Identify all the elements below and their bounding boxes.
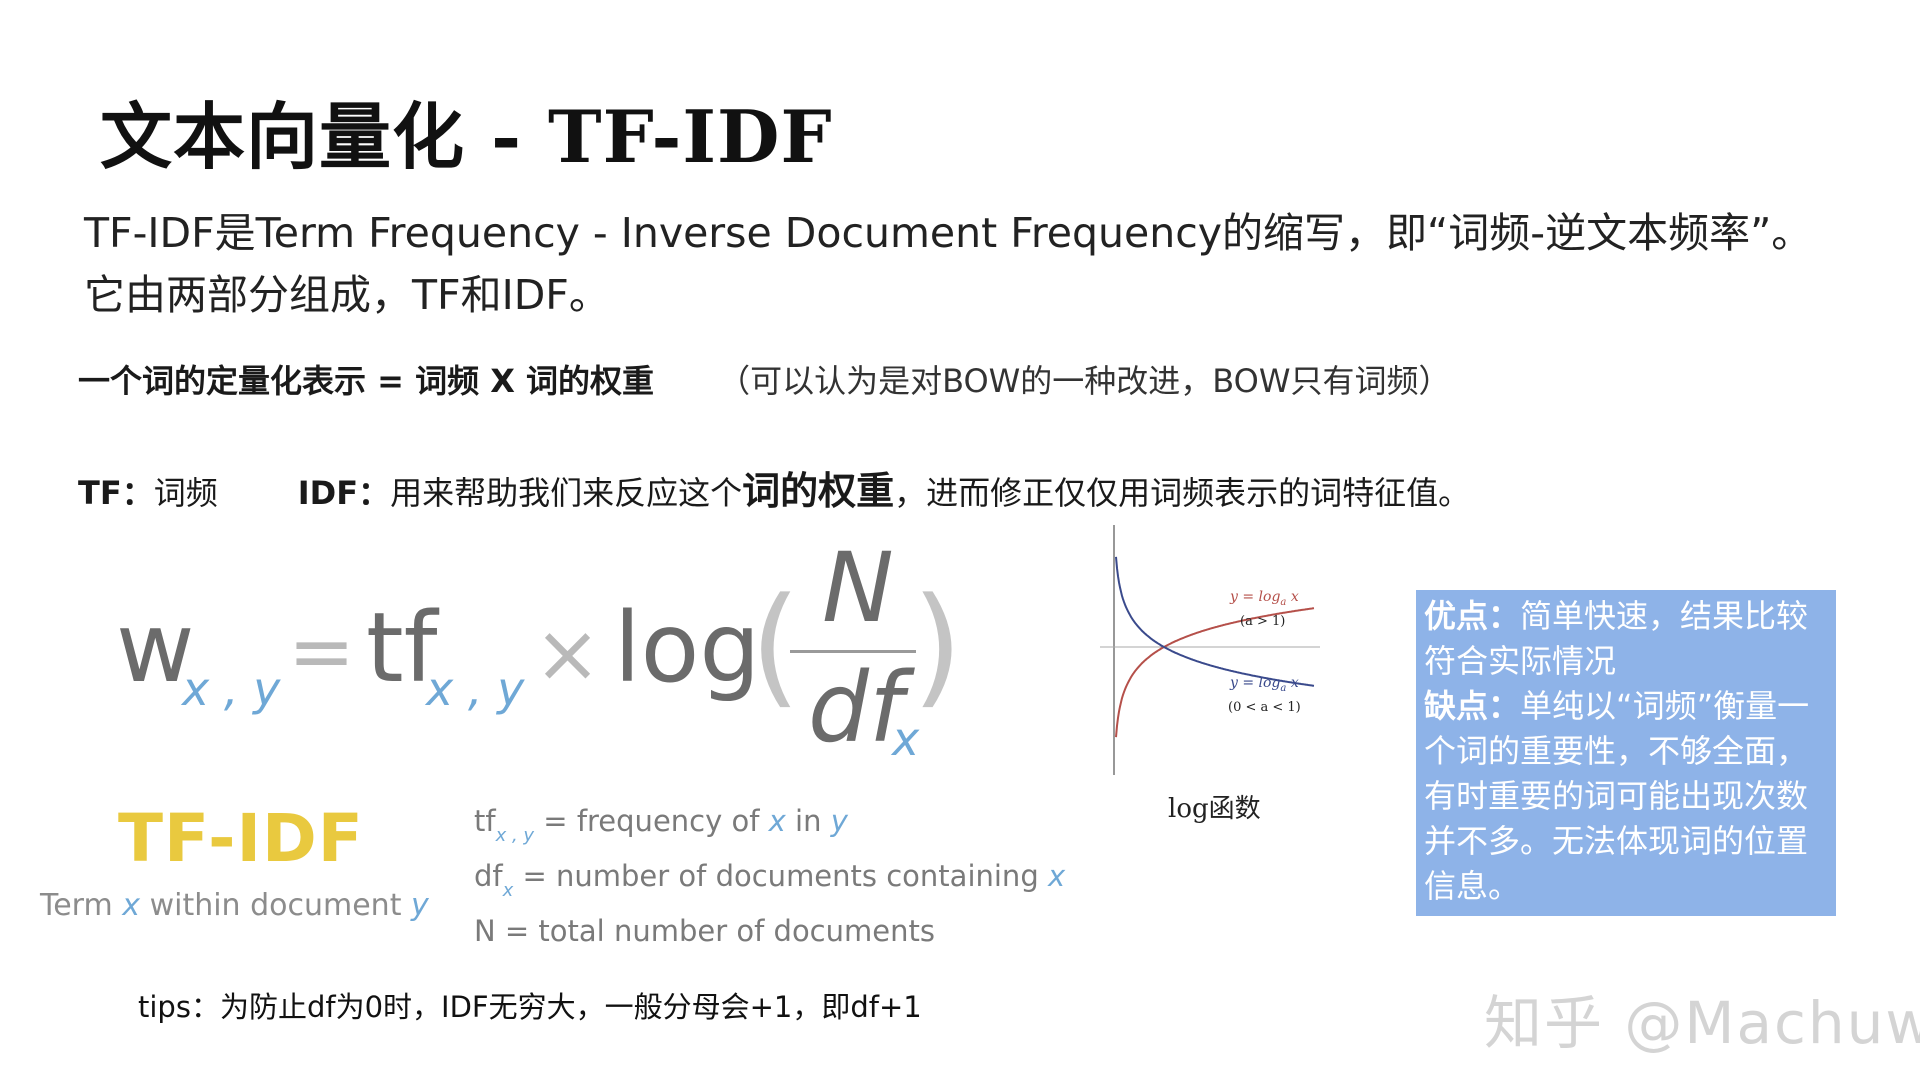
tf-text: 词频 (153, 474, 218, 512)
formula-numerator: N (822, 532, 894, 644)
formula-right-paren: ) (912, 569, 963, 721)
caption-var-x: x (122, 888, 141, 923)
graph-label-2: y = loga x (1229, 675, 1299, 694)
tf-idf-explanation: TF：词频 IDF：用来帮助我们来反应这个词的权重，进而修正仅仅用词频表示的词特征… (78, 460, 1470, 515)
watermark: 知乎 @Machuw (1484, 989, 1920, 1057)
formula-equals: = (288, 605, 356, 698)
formula-tf-subscript: x , y (426, 662, 525, 716)
legend-var: y (830, 804, 848, 838)
idf-emphasis: 词的权重 (742, 469, 895, 513)
graph-condition-1: (a > 1) (1240, 614, 1285, 629)
legend-text: = frequency of (534, 804, 769, 838)
formula-legend: tfx , y = frequency of x in y dfx = numb… (474, 796, 1065, 956)
legend-df: dfx = number of documents containing x (474, 851, 1065, 906)
slide-title: 文本向量化 - TF-IDF (100, 94, 833, 179)
legend-subscript: x , y (495, 825, 535, 846)
formula-w-subscript: x , y (182, 662, 281, 716)
legend-term: tf (474, 804, 496, 838)
definition-note: （可以认为是对BOW的一种改进，BOW只有词频） (718, 362, 1451, 400)
definition-row: 一个词的定量化表示 = 词频 X 词的权重 （可以认为是对BOW的一种改进，BOW… (78, 356, 1451, 402)
formula-log: log (614, 592, 761, 704)
legend-var: x (1047, 859, 1066, 893)
pros-label: 优点： (1424, 597, 1521, 635)
tfidf-caption: Term x within document y (40, 888, 429, 923)
legend-subscript: x (502, 880, 514, 901)
tfidf-logo-text: TF-IDF (118, 800, 364, 877)
caption-var-y: y (411, 888, 429, 923)
tf-label: TF： (78, 474, 154, 512)
formula-left-paren: ( (750, 569, 801, 721)
legend-text: in (785, 804, 831, 838)
legend-var: x (768, 804, 786, 838)
idf-text-before: 用来帮助我们来反应这个 (390, 474, 743, 512)
idf-text-after: ，进而修正仅仅用词频表示的词特征值。 (894, 474, 1471, 512)
tfidf-formula: w x , y = tf x , y × log ( N df x ) (110, 530, 963, 780)
caption-part: Term (40, 888, 123, 923)
legend-text: = number of documents containing (513, 859, 1048, 893)
log-function-graph: y = loga x (a > 1) y = loga x (0 < a < 1… (1100, 525, 1320, 775)
graph-condition-2: (0 < a < 1) (1228, 700, 1301, 715)
legend-tf: tfx , y = frequency of x in y (474, 796, 1065, 851)
formula-denominator: df (808, 652, 903, 764)
idf-label: IDF： (297, 474, 391, 512)
formula-times: × (534, 607, 602, 700)
definition-formula: 一个词的定量化表示 = 词频 X 词的权重 (78, 362, 655, 400)
cons-label: 缺点： (1424, 687, 1521, 725)
intro-paragraph: TF-IDF是Term Frequency - Inverse Document… (84, 209, 1813, 319)
graph-label-1: y = loga x (1229, 589, 1299, 608)
legend-term: df (474, 859, 503, 893)
pros-cons-box: 优点：简单快速，结果比较符合实际情况 缺点：单纯以“词频”衡量一个词的重要性，不… (1416, 590, 1836, 916)
caption-part: within document (140, 888, 411, 923)
graph-caption: log函数 (1168, 794, 1261, 824)
legend-n: N = total number of documents (474, 914, 935, 948)
tips-note: tips：为防止df为0时，IDF无穷大，一般分母会+1，即df+1 (138, 990, 922, 1024)
